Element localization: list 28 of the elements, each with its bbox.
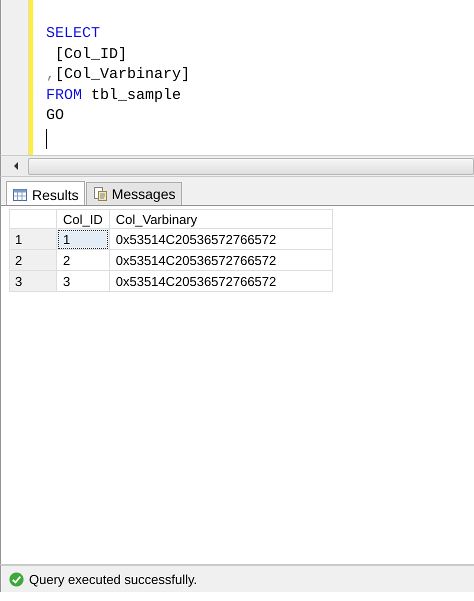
row-number[interactable]: 2 [10, 250, 56, 270]
table-cell[interactable]: 0x53514C20536572766572 [109, 228, 332, 250]
code-line: SELECT [46, 24, 102, 44]
success-check-icon [9, 572, 24, 586]
corner-header [10, 210, 56, 228]
results-tab[interactable]: Messages [86, 182, 182, 205]
code-line: ,[Col_Varbinary] [46, 65, 190, 85]
horizontal-scrollbar[interactable] [0, 155, 474, 177]
table-cell[interactable]: 1 [56, 228, 110, 250]
code-line: GO [46, 106, 66, 126]
table-cell[interactable]: 0x53514C20536572766572 [109, 250, 332, 270]
code-editor[interactable]: SELECT [Col_ID] ,[Col_Varbinary] FROM tbl_sample GO [0, 0, 474, 155]
code-line: [Col_ID] [54, 44, 128, 64]
table-cell[interactable]: 2 [56, 250, 110, 270]
results-tab[interactable]: Results [6, 181, 85, 205]
code-line: FROM tbl_sample [46, 86, 182, 106]
text-cursor [46, 128, 47, 148]
column-header[interactable]: Col_ID [56, 210, 110, 228]
document-icon [92, 187, 107, 201]
row-number[interactable]: 3 [10, 270, 56, 292]
status-message: Query executed successfully. [29, 572, 198, 586]
grid-icon [13, 188, 27, 200]
row-number[interactable]: 1 [10, 228, 56, 250]
scrollbar-thumb[interactable] [28, 158, 474, 174]
table-cell[interactable]: 0x53514C20536572766572 [109, 270, 332, 292]
table-cell[interactable]: 3 [56, 270, 110, 292]
scroll-left-icon[interactable] [13, 162, 19, 170]
column-header[interactable]: Col_Varbinary [109, 210, 332, 228]
